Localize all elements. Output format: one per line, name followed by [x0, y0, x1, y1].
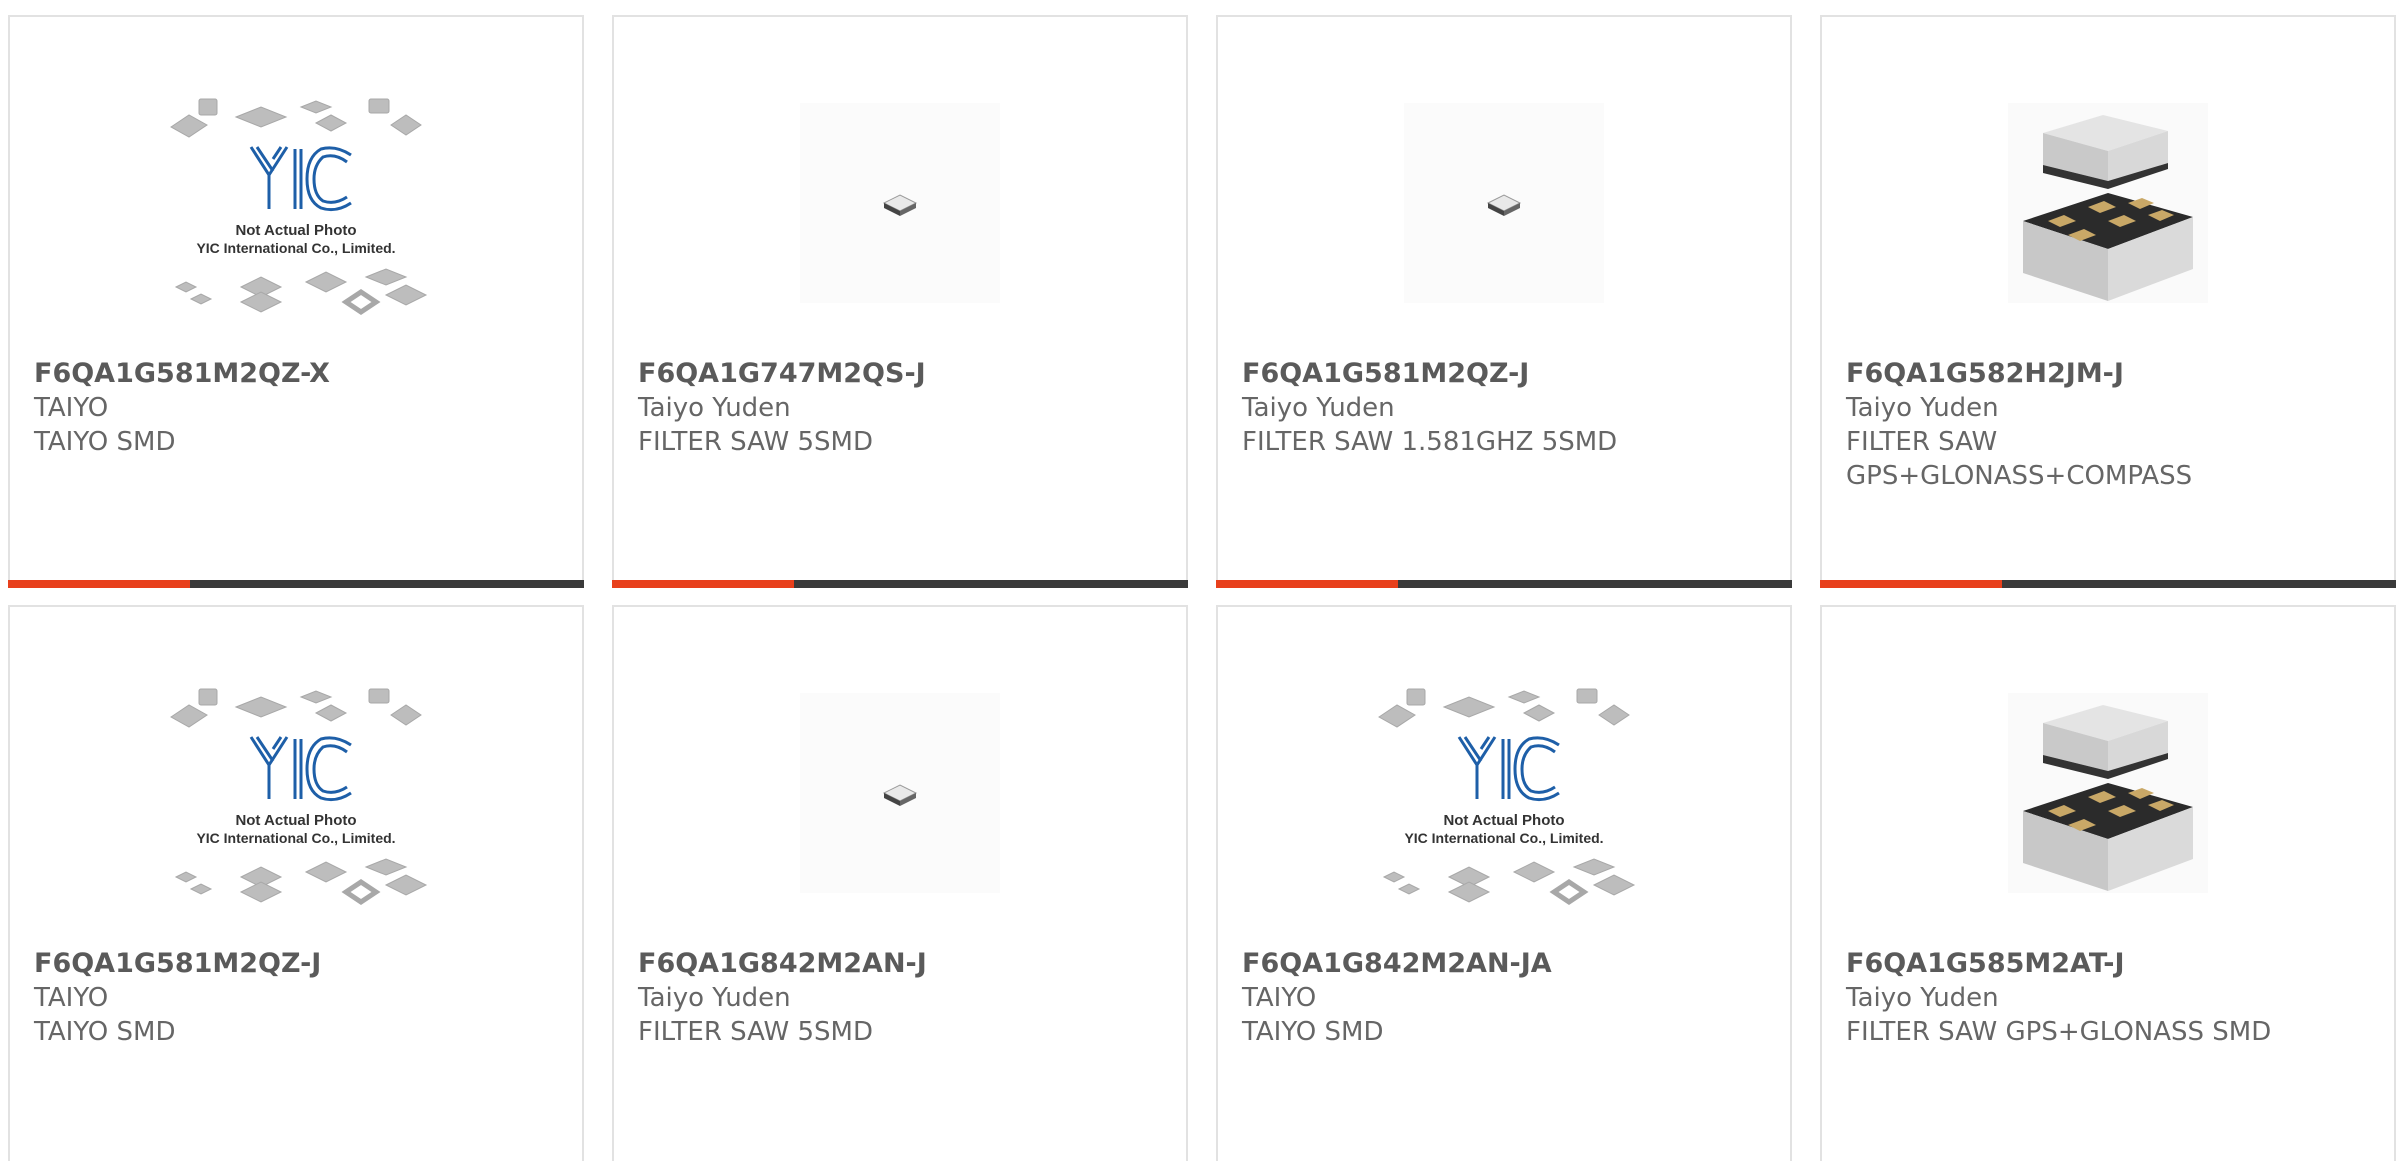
- manufacturer: Taiyo Yuden: [638, 393, 791, 423]
- product-card[interactable]: F6QA1G842M2AN-J Taiyo Yuden FILTER SAW 5SM…: [612, 605, 1188, 1161]
- yic-placeholder-icon: Not Actual Photo YIC International Co., …: [1378, 688, 1636, 906]
- part-number-link[interactable]: F6QA1G581M2QZ-J: [34, 947, 562, 981]
- tiny-chip-icon: [800, 693, 1000, 893]
- manufacturer: Taiyo Yuden: [638, 983, 791, 1013]
- part-number-link[interactable]: F6QA1G581M2QZ-J: [1242, 357, 1770, 391]
- manufacturer: TAIYO: [34, 393, 109, 423]
- product-image[interactable]: [1973, 677, 2243, 909]
- description: TAIYO SMD: [34, 1017, 176, 1047]
- product-info: F6QA1G581M2QZ-J TAIYO TAIYO SMD: [34, 947, 562, 1049]
- part-number-link[interactable]: F6QA1G585M2AT-J: [1846, 947, 2374, 981]
- yic-placeholder-icon: Not Actual Photo YIC International Co., …: [170, 688, 428, 906]
- description: FILTER SAW 1.581GHZ 5SMD: [1242, 427, 1618, 457]
- product-info: F6QA1G842M2AN-J Taiyo Yuden FILTER SAW 5SM…: [638, 947, 1166, 1049]
- product-image[interactable]: Not Actual Photo YIC International Co., …: [161, 677, 431, 909]
- product-info: F6QA1G581M2QZ-J Taiyo Yuden FILTER SAW 1.5…: [1242, 357, 1770, 459]
- manufacturer: Taiyo Yuden: [1242, 393, 1395, 423]
- product-image[interactable]: Not Actual Photo YIC International Co., …: [1369, 677, 1639, 909]
- description: FILTER SAW 5SMD: [638, 1017, 873, 1047]
- description: TAIYO SMD: [1242, 1017, 1384, 1047]
- placeholder-line2: YIC International Co., Limited.: [196, 830, 395, 846]
- product-card[interactable]: Not Actual Photo YIC International Co., …: [1216, 605, 1792, 1161]
- card-footer-accent: [1820, 580, 2002, 588]
- product-image[interactable]: [765, 87, 1035, 319]
- card-footer-bar: [8, 580, 584, 588]
- product-info: F6QA1G842M2AN-JA TAIYO TAIYO SMD: [1242, 947, 1770, 1049]
- card-footer-bar: [1820, 580, 2396, 588]
- product-info: F6QA1G747M2QS-J Taiyo Yuden FILTER SAW 5SM…: [638, 357, 1166, 459]
- manufacturer: Taiyo Yuden: [1846, 393, 1999, 423]
- placeholder-line1: Not Actual Photo: [1443, 812, 1564, 829]
- part-number-link[interactable]: F6QA1G842M2AN-J: [638, 947, 1166, 981]
- product-info: F6QA1G582H2JM-J Taiyo Yuden FILTER SAW GPS…: [1846, 357, 2374, 493]
- product-image[interactable]: [1369, 87, 1639, 319]
- card-footer-accent: [8, 580, 190, 588]
- manufacturer: TAIYO: [1242, 983, 1317, 1013]
- description: FILTER SAW GPS+GLONASS SMD: [1846, 1017, 2272, 1047]
- part-number-link[interactable]: F6QA1G581M2QZ-X: [34, 357, 562, 391]
- product-card[interactable]: F6QA1G585M2AT-J Taiyo Yuden FILTER SAW GPS…: [1820, 605, 2396, 1161]
- product-grid: Not Actual Photo YIC International Co., …: [8, 15, 2400, 1161]
- product-image[interactable]: [765, 677, 1035, 909]
- tiny-chip-icon: [800, 103, 1000, 303]
- description: FILTER SAW 5SMD: [638, 427, 873, 457]
- description: TAIYO SMD: [34, 427, 176, 457]
- placeholder-line2: YIC International Co., Limited.: [196, 240, 395, 256]
- yic-placeholder-icon: Not Actual Photo YIC International Co., …: [170, 98, 428, 316]
- tiny-chip-icon: [1404, 103, 1604, 303]
- placeholder-line1: Not Actual Photo: [235, 812, 356, 829]
- card-footer-bar: [1216, 580, 1792, 588]
- manufacturer: TAIYO: [34, 983, 109, 1013]
- part-number-link[interactable]: F6QA1G582H2JM-J: [1846, 357, 2374, 391]
- part-number-link[interactable]: F6QA1G842M2AN-JA: [1242, 947, 1770, 981]
- saw-package-icon: [2008, 693, 2208, 893]
- product-card[interactable]: F6QA1G747M2QS-J Taiyo Yuden FILTER SAW 5SM…: [612, 15, 1188, 588]
- product-card[interactable]: F6QA1G581M2QZ-J Taiyo Yuden FILTER SAW 1.5…: [1216, 15, 1792, 588]
- card-footer-accent: [612, 580, 794, 588]
- product-image[interactable]: Not Actual Photo YIC International Co., …: [161, 87, 431, 319]
- product-card[interactable]: Not Actual Photo YIC International Co., …: [8, 605, 584, 1161]
- saw-package-icon: [2008, 103, 2208, 303]
- product-info: F6QA1G585M2AT-J Taiyo Yuden FILTER SAW GPS…: [1846, 947, 2374, 1049]
- card-footer-bar: [612, 580, 1188, 588]
- description: FILTER SAW GPS+GLONASS+COMPASS: [1846, 427, 2193, 491]
- product-card[interactable]: Not Actual Photo YIC International Co., …: [8, 15, 584, 588]
- product-card[interactable]: F6QA1G582H2JM-J Taiyo Yuden FILTER SAW GPS…: [1820, 15, 2396, 588]
- card-footer-accent: [1216, 580, 1398, 588]
- manufacturer: Taiyo Yuden: [1846, 983, 1999, 1013]
- part-number-link[interactable]: F6QA1G747M2QS-J: [638, 357, 1166, 391]
- product-image[interactable]: [1973, 87, 2243, 319]
- placeholder-line2: YIC International Co., Limited.: [1404, 830, 1603, 846]
- product-info: F6QA1G581M2QZ-X TAIYO TAIYO SMD: [34, 357, 562, 459]
- placeholder-line1: Not Actual Photo: [235, 222, 356, 239]
